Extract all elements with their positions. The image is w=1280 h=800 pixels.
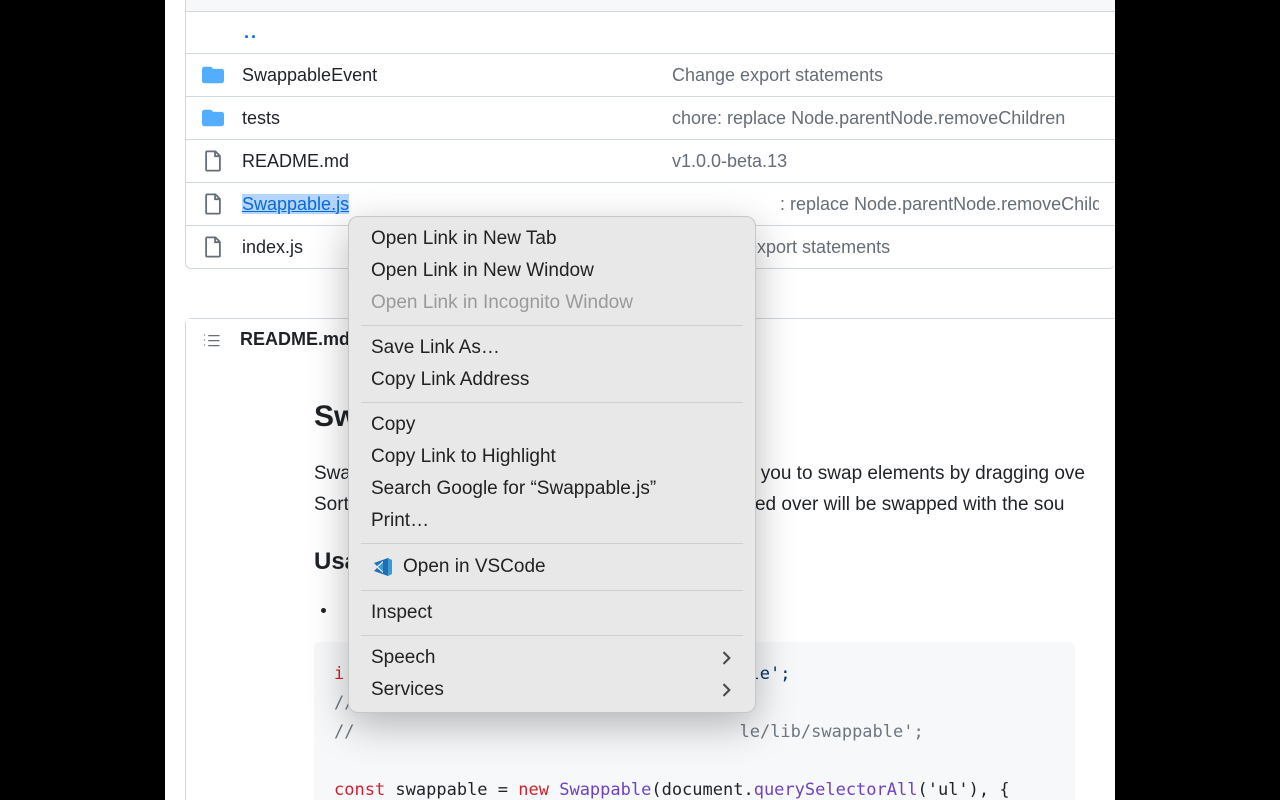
- commit-message[interactable]: Change export statements: [672, 65, 1099, 86]
- file-row[interactable]: README.md v1.0.0-beta.13: [186, 139, 1115, 182]
- file-icon: [202, 193, 224, 215]
- menu-item-inspect[interactable]: Inspect: [349, 597, 755, 629]
- menu-item-save-link-as[interactable]: Save Link As…: [349, 332, 755, 364]
- menu-item-copy-link-highlight[interactable]: Copy Link to Highlight: [349, 441, 755, 473]
- readme-filename: README.md: [240, 329, 350, 350]
- file-name[interactable]: tests: [242, 108, 672, 129]
- menu-separator: [361, 325, 743, 326]
- menu-item-open-vscode[interactable]: Open in VSCode: [349, 550, 755, 584]
- commit-message[interactable]: v1.0.0-beta.13: [672, 151, 1099, 172]
- menu-item-open-new-tab[interactable]: Open Link in New Tab: [349, 223, 755, 255]
- menu-item-services[interactable]: Services: [349, 674, 755, 706]
- folder-icon: [202, 64, 224, 86]
- commit-message[interactable]: chore: replace Node.parentNode.removeChi…: [672, 108, 1099, 129]
- menu-separator: [361, 590, 743, 591]
- file-row[interactable]: SwappableEvent Change export statements: [186, 53, 1115, 96]
- menu-item-open-new-window[interactable]: Open Link in New Window: [349, 255, 755, 287]
- folder-icon: [202, 107, 224, 129]
- context-menu: Open Link in New Tab Open Link in New Wi…: [348, 216, 756, 713]
- commit-message[interactable]: : replace Node.parentNode.removeChildren: [672, 194, 1099, 215]
- menu-item-copy-link-address[interactable]: Copy Link Address: [349, 364, 755, 396]
- menu-item-search-google[interactable]: Search Google for “Swappable.js”: [349, 473, 755, 505]
- menu-item-copy[interactable]: Copy: [349, 409, 755, 441]
- file-name[interactable]: SwappableEvent: [242, 65, 672, 86]
- menu-item-open-incognito: Open Link in Incognito Window: [349, 287, 755, 319]
- file-icon: [202, 236, 224, 258]
- file-listing-header: [186, 0, 1115, 12]
- menu-separator: [361, 402, 743, 403]
- file-icon: [202, 150, 224, 172]
- chevron-right-icon: [721, 651, 733, 665]
- file-name[interactable]: README.md: [242, 151, 672, 172]
- menu-item-speech[interactable]: Speech: [349, 642, 755, 674]
- parent-directory-link[interactable]: ..: [186, 12, 1115, 53]
- vscode-icon: [371, 555, 395, 579]
- file-row[interactable]: tests chore: replace Node.parentNode.rem…: [186, 96, 1115, 139]
- list-icon[interactable]: [202, 330, 222, 350]
- chevron-right-icon: [721, 683, 733, 697]
- menu-item-print[interactable]: Print…: [349, 505, 755, 537]
- updir-label: ..: [244, 22, 258, 42]
- file-name[interactable]: Swappable.js: [242, 194, 672, 215]
- menu-separator: [361, 543, 743, 544]
- menu-separator: [361, 635, 743, 636]
